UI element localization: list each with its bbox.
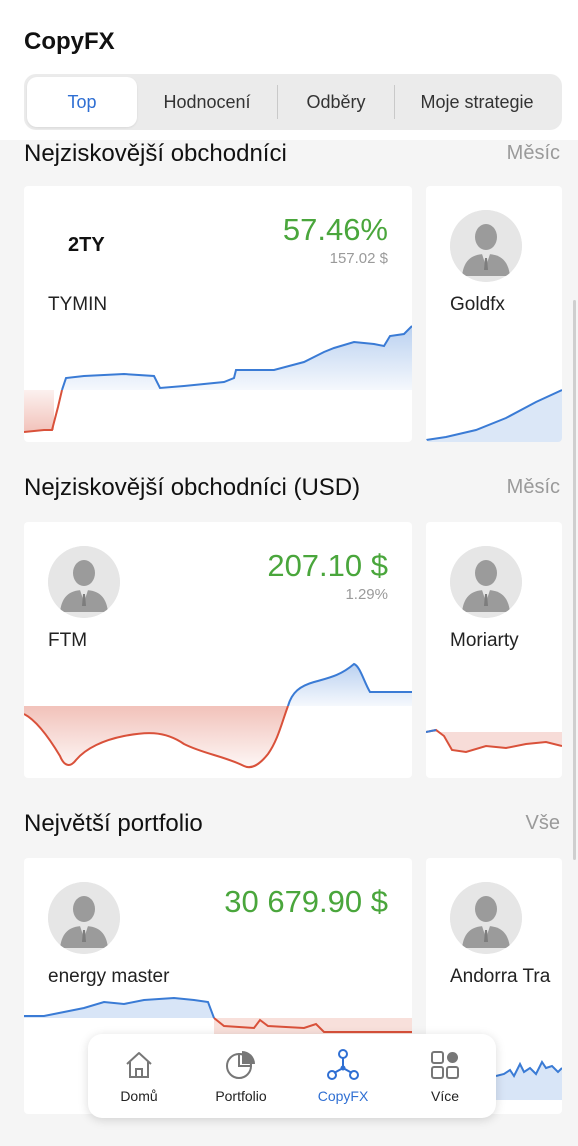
nav-label: Více	[430, 1088, 459, 1104]
section-header: Nejziskovější obchodníci (USD) Měsíc	[24, 474, 562, 504]
trader-profit: 207.10 $	[267, 548, 388, 583]
pie-chart-icon	[226, 1051, 255, 1079]
app-title: CopyFX	[24, 28, 115, 55]
trader-card[interactable]: Moriarty	[426, 522, 562, 778]
performance-sparkline	[24, 662, 412, 769]
nav-copyfx[interactable]: CopyFX	[295, 1041, 391, 1111]
trader-logo: 2TY	[68, 234, 105, 256]
period-link[interactable]: Vše	[526, 812, 560, 835]
avatar-placeholder-icon	[48, 546, 120, 618]
performance-sparkline	[426, 728, 562, 754]
section-title: Nejziskovější obchodníci (USD)	[24, 474, 361, 501]
section-header: Největší portfolio Vše	[24, 810, 562, 840]
performance-sparkline	[24, 325, 412, 433]
portfolio-value: 30 679.90 $	[224, 884, 388, 919]
trader-card[interactable]: 2TY TYMIN 57.46% 157.02 $	[24, 186, 412, 442]
nav-portfolio[interactable]: Portfolio	[193, 1041, 289, 1111]
trader-card[interactable]: Goldfx	[426, 186, 562, 442]
nav-label: CopyFX	[317, 1088, 369, 1104]
trader-return: 57.46%	[282, 212, 388, 247]
home-icon	[126, 1052, 152, 1078]
trader-card[interactable]: FTM 207.10 $ 1.29%	[24, 522, 412, 778]
avatar-placeholder-icon	[450, 546, 522, 618]
trader-name: FTM	[48, 630, 88, 651]
scrollbar[interactable]	[573, 300, 576, 860]
avatar-placeholder-icon	[450, 882, 522, 954]
section-header: Nejziskovější obchodníci Měsíc	[24, 140, 562, 170]
trader-name: Goldfx	[450, 294, 505, 315]
bottom-navigation: Domů Portfolio CopyFX Více	[88, 1034, 496, 1118]
tab-odbery[interactable]: Odběry	[278, 77, 394, 127]
nav-more[interactable]: Více	[397, 1041, 493, 1111]
tab-top[interactable]: Top	[27, 77, 137, 127]
nav-label: Domů	[120, 1088, 158, 1104]
avatar-placeholder-icon	[450, 210, 522, 282]
copyfx-network-icon	[327, 1049, 359, 1080]
performance-sparkline	[426, 389, 562, 442]
trader-name: energy master	[48, 966, 170, 987]
period-link[interactable]: Měsíc	[507, 476, 560, 499]
trader-profit: 157.02 $	[329, 250, 388, 267]
section-title: Největší portfolio	[24, 810, 203, 837]
nav-label: Portfolio	[215, 1088, 267, 1104]
apps-grid-icon	[431, 1051, 459, 1079]
top-bar: CopyFX Top Hodnocení Odběry Moje strateg…	[0, 0, 578, 140]
trader-return: 1.29%	[345, 586, 388, 603]
nav-home[interactable]: Domů	[91, 1041, 187, 1111]
tab-hodnoceni[interactable]: Hodnocení	[137, 77, 277, 127]
section-title: Nejziskovější obchodníci	[24, 140, 287, 167]
tab-moje-strategie[interactable]: Moje strategie	[395, 77, 559, 127]
avatar-placeholder-icon	[48, 882, 120, 954]
trader-name: Moriarty	[450, 630, 519, 651]
tab-bar: Top Hodnocení Odběry Moje strategie	[24, 74, 562, 130]
period-link[interactable]: Měsíc	[507, 142, 560, 165]
trader-name: Andorra Tra	[450, 966, 551, 987]
